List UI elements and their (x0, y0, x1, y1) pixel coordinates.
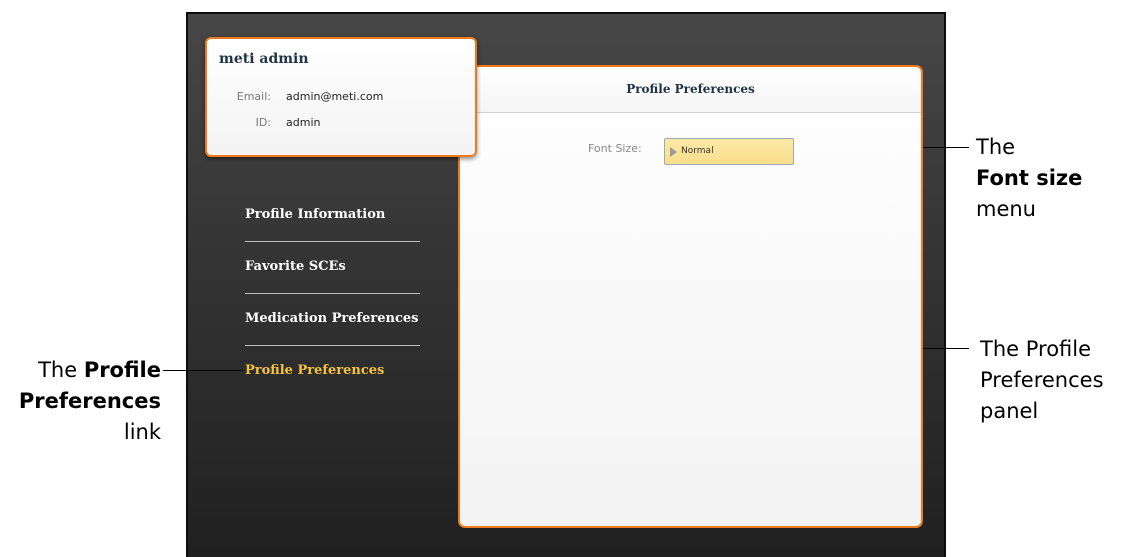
user-card: meti admin Email: admin@meti.com ID: adm… (205, 37, 477, 157)
sidebar-divider (245, 241, 420, 242)
sidebar-item-favorite-sces[interactable]: Favorite SCEs (245, 259, 346, 274)
sidebar-item-profile-information[interactable]: Profile Information (245, 207, 385, 222)
callout-text: The Profile (980, 337, 1092, 361)
font-size-value: Normal (681, 146, 714, 156)
callout-font-size-menu: The Font size menu (976, 132, 1082, 225)
callout-profile-preferences-panel: The Profile Preferences panel (980, 334, 1104, 427)
callout-profile-preferences-link: The Profile Preferences link (0, 355, 161, 448)
email-label: Email: (236, 90, 271, 103)
profile-preferences-panel: Profile Preferences Font Size: Normal (458, 65, 923, 528)
panel-title: Profile Preferences (626, 82, 755, 96)
font-size-select[interactable]: Normal (664, 138, 794, 165)
id-value: admin (286, 116, 321, 129)
callout-text-bold: Preferences (18, 389, 161, 413)
sidebar-item-medication-preferences[interactable]: Medication Preferences (245, 311, 418, 326)
callout-text: Preferences (980, 368, 1104, 392)
play-arrow-icon (670, 147, 677, 157)
callout-text: link (123, 420, 161, 444)
callout-line-profile-link (163, 370, 243, 371)
callout-text-bold: Profile (83, 358, 161, 382)
callout-text: menu (976, 197, 1036, 221)
callout-text: The (38, 358, 84, 382)
sidebar-divider (245, 293, 420, 294)
sidebar-item-profile-preferences[interactable]: Profile Preferences (245, 363, 384, 378)
id-label: ID: (255, 116, 271, 129)
callout-text: The (976, 135, 1016, 159)
user-name: meti admin (219, 51, 309, 67)
callout-text: panel (980, 399, 1039, 423)
sidebar-divider (245, 345, 420, 346)
panel-header: Profile Preferences (460, 67, 921, 113)
font-size-label: Font Size: (588, 142, 642, 155)
callout-text-bold: Font size (976, 166, 1083, 190)
email-value: admin@meti.com (286, 90, 384, 103)
